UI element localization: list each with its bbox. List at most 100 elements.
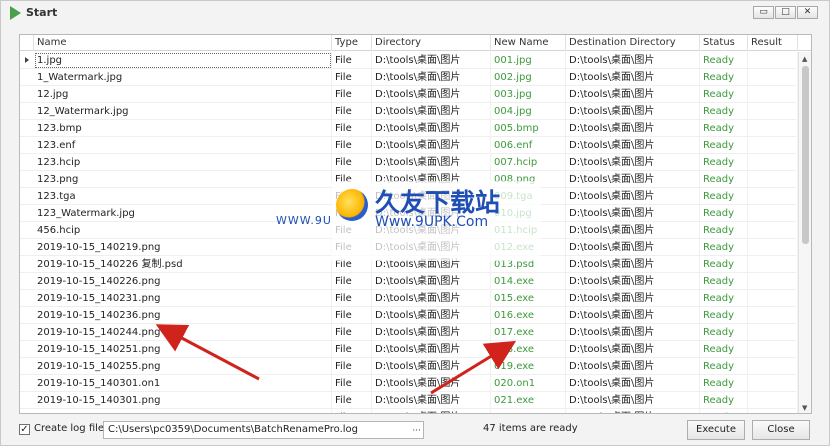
title-bar: Start ▭ □ ✕ — [1, 1, 829, 25]
browse-button[interactable]: ··· — [412, 423, 421, 439]
cell-destination: D:\tools\桌面\图片 — [566, 290, 700, 307]
cell-name: 123.hcip — [34, 154, 332, 171]
cell-directory: D:\tools\桌面\图片 — [372, 324, 491, 341]
execute-button[interactable]: Execute — [687, 420, 745, 440]
cell-type: File — [332, 307, 372, 324]
scroll-up-icon[interactable]: ▲ — [802, 55, 807, 63]
status-text: 47 items are ready — [483, 423, 578, 434]
cell-status: Ready — [700, 290, 748, 307]
watermark-url: Www.9UPK.Com — [375, 214, 489, 230]
vertical-scrollbar[interactable]: ▲ ▼ — [798, 52, 811, 413]
header-result[interactable]: Result — [748, 35, 798, 51]
table-row[interactable]: 1_Watermark.jpg File D:\tools\桌面\图片 002.jpg… — [20, 69, 798, 86]
cell-result — [748, 239, 798, 256]
scroll-down-icon[interactable]: ▼ — [802, 404, 807, 412]
table-row[interactable]: 2019-10-15_140305.pngFile D:\tools\桌面\图片0… — [20, 409, 798, 413]
cell-name: 2019-10-15_140231.png — [34, 290, 332, 307]
window-title: Start — [26, 6, 58, 19]
cell-result — [748, 392, 798, 409]
close-window-button[interactable]: ✕ — [797, 6, 818, 19]
cell-type: File — [332, 290, 372, 307]
cell-destination: D:\tools\桌面\图片 — [566, 103, 700, 120]
cell-type: File — [332, 103, 372, 120]
table-row[interactable]: 12.jpg File D:\tools\桌面\图片 003.jpg D:\tools\… — [20, 86, 798, 103]
cell-directory: D:\tools\桌面\图片 — [372, 120, 491, 137]
cell-result — [748, 103, 798, 120]
cell-destination: D:\tools\桌面\图片 — [566, 120, 700, 137]
cell-destination: D:\tools\桌面\图片 — [566, 358, 700, 375]
cell-destination: D:\tools\桌面\图片 — [566, 392, 700, 409]
table-row[interactable]: 2019-10-15_140231.png File D:\tools\桌面\图片 0… — [20, 290, 798, 307]
cell-directory: D:\tools\桌面\图片 — [372, 52, 491, 69]
cell-name: 2019-10-15_140301.png — [34, 392, 332, 409]
cell-destination: D:\tools\桌面\图片 — [566, 222, 700, 239]
cell-directory: D:\tools\桌面\图片 — [372, 273, 491, 290]
cell-result — [748, 290, 798, 307]
cell-status: Ready — [700, 239, 748, 256]
table-row[interactable]: 2019-10-15_140251.png File D:\tools\桌面\图片 0… — [20, 341, 798, 358]
cell-status: Ready — [700, 375, 748, 392]
header-destination-directory[interactable]: Destination Directory — [566, 35, 700, 51]
header-new-name[interactable]: New Name — [491, 35, 566, 51]
cell-new-name: 007.hcip — [491, 154, 566, 171]
watermark-logo-icon — [336, 189, 368, 221]
cell-type: File — [332, 154, 372, 171]
cell-new-name: 022.exe — [491, 409, 566, 413]
cell-status: Ready — [700, 205, 748, 222]
cell-result — [748, 137, 798, 154]
cell-type: File — [332, 409, 372, 413]
cell-result — [748, 273, 798, 290]
close-button[interactable]: Close — [752, 420, 810, 440]
log-path-input[interactable]: C:\Users\pc0359\Documents\BatchRenamePro… — [103, 421, 424, 439]
cell-type: File — [332, 137, 372, 154]
table-row[interactable]: 123.hcip File D:\tools\桌面\图片 007.hcip D:\too… — [20, 154, 798, 171]
table-row[interactable]: 123.bmp File D:\tools\桌面\图片 005.bmp D:\tools… — [20, 120, 798, 137]
cell-directory: D:\tools\桌面\图片 — [372, 69, 491, 86]
table-row[interactable]: 2019-10-15_140301.png File D:\tools\桌面\图片 0… — [20, 392, 798, 409]
cell-status: Ready — [700, 103, 748, 120]
table-row[interactable]: 2019-10-15_140255.png File D:\tools\桌面\图片 0… — [20, 358, 798, 375]
cell-destination: D:\tools\桌面\图片 — [566, 375, 700, 392]
header-name[interactable]: Name — [34, 35, 332, 51]
create-log-checkbox[interactable]: ✓ — [19, 424, 30, 435]
cell-status: Ready — [700, 256, 748, 273]
cell-status: Ready — [700, 171, 748, 188]
cell-name: 2019-10-15_140305.png — [34, 409, 332, 413]
header-type[interactable]: Type — [332, 35, 372, 51]
header-indicator — [20, 35, 34, 51]
table-row[interactable]: 2019-10-15_140236.png File D:\tools\桌面\图片 0… — [20, 307, 798, 324]
minimize-button[interactable]: ▭ — [753, 6, 774, 19]
table-row[interactable]: 123.enf File D:\tools\桌面\图片 006.enf D:\tools… — [20, 137, 798, 154]
cell-directory: D:\tools\桌面\图片 — [372, 137, 491, 154]
cell-result — [748, 120, 798, 137]
table-row[interactable]: 12_Watermark.jpg File D:\tools\桌面\图片 004.jp… — [20, 103, 798, 120]
cell-type: File — [332, 324, 372, 341]
cell-status: Ready — [700, 324, 748, 341]
header-directory[interactable]: Directory — [372, 35, 491, 51]
cell-status: Ready — [700, 137, 748, 154]
cell-destination: D:\tools\桌面\图片 — [566, 324, 700, 341]
cell-destination: D:\tools\桌面\图片 — [566, 52, 700, 69]
maximize-button[interactable]: □ — [775, 6, 796, 19]
scroll-thumb[interactable] — [802, 66, 809, 244]
cell-type: File — [332, 341, 372, 358]
cell-result — [748, 409, 798, 413]
cell-directory: D:\tools\桌面\图片 — [372, 392, 491, 409]
cell-name: 2019-10-15_140244.png — [34, 324, 332, 341]
watermark-left-text: WWW.9U — [276, 214, 332, 227]
cell-new-name: 016.exe — [491, 307, 566, 324]
cell-destination: D:\tools\桌面\图片 — [566, 409, 700, 413]
cell-result — [748, 324, 798, 341]
header-status[interactable]: Status — [700, 35, 748, 51]
cell-type: File — [332, 273, 372, 290]
table-row[interactable]: 2019-10-15_140244.png File D:\tools\桌面\图片 0… — [20, 324, 798, 341]
cell-new-name: 003.jpg — [491, 86, 566, 103]
cell-type: File — [332, 52, 372, 69]
log-path-value: C:\Users\pc0359\Documents\BatchRenamePro… — [108, 424, 359, 435]
cell-new-name: 018.exe — [491, 341, 566, 358]
watermark: 久友下载站 Www.9UPK.Com — [331, 181, 541, 261]
cell-status: Ready — [700, 86, 748, 103]
table-row[interactable]: 2019-10-15_140226.png File D:\tools\桌面\图片 0… — [20, 273, 798, 290]
table-row[interactable]: 1.jpg File D:\tools\桌面\图片 001.jpg D:\tools\桌… — [20, 52, 798, 69]
table-row[interactable]: 2019-10-15_140301.on1 File D:\tools\桌面\图片 0… — [20, 375, 798, 392]
